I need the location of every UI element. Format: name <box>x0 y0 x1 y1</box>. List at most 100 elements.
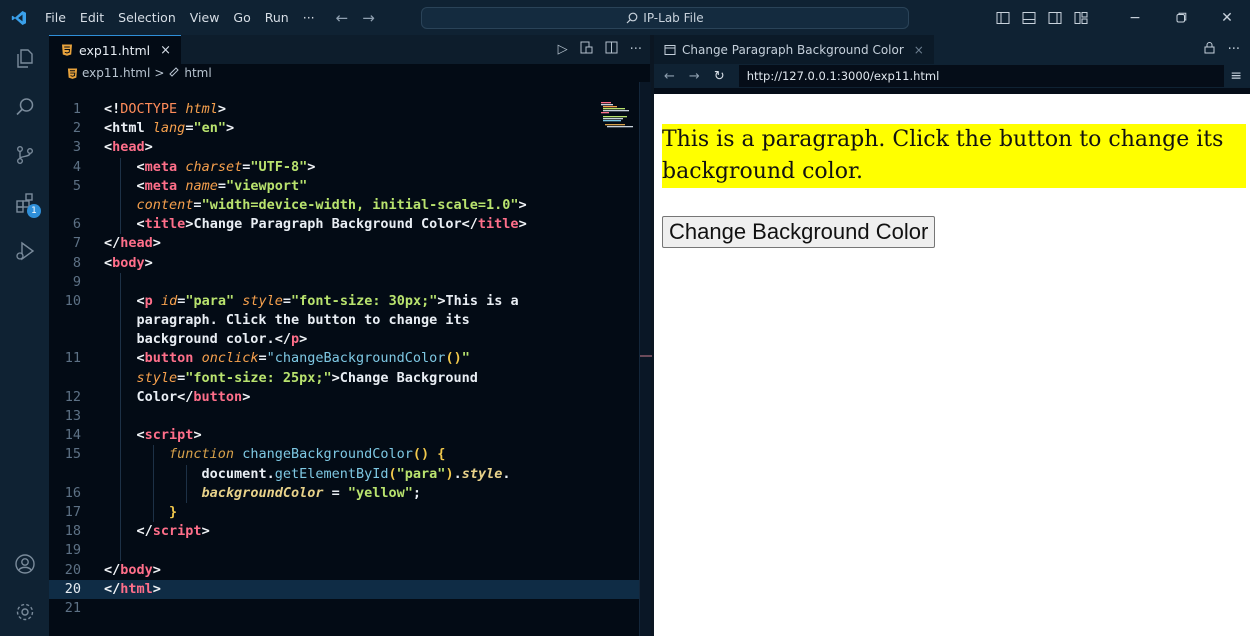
preview-tab-close-icon[interactable]: × <box>914 43 924 57</box>
breadcrumb-file[interactable]: exp11.html <box>82 66 150 80</box>
title-bar: File Edit Selection View Go Run ··· ← → … <box>0 0 1250 35</box>
code-text: <body> <box>104 254 153 271</box>
code-line: 15 function changeBackgroundColor() { <box>49 445 649 465</box>
code-line: 5 <meta name="viewport" <box>49 176 649 196</box>
forward-arrow-icon[interactable]: → <box>362 9 375 27</box>
code-line: 16 backgroundColor = "yellow"; <box>49 483 649 503</box>
back-arrow-icon[interactable]: ← <box>336 9 349 27</box>
code-text: </body> <box>104 561 161 578</box>
minimize-icon[interactable]: − <box>1112 0 1158 35</box>
line-number <box>49 330 104 349</box>
code-text: </html> <box>104 580 161 597</box>
run-debug-icon[interactable] <box>0 227 49 275</box>
tab-close-icon[interactable]: × <box>160 43 171 58</box>
html-file-icon <box>67 67 78 79</box>
code-text: Color</button> <box>136 388 251 405</box>
explorer-icon[interactable] <box>0 35 49 83</box>
preview-forward-icon[interactable]: → <box>689 69 700 84</box>
code-line: 21 <box>49 599 649 618</box>
source-control-icon[interactable] <box>0 131 49 179</box>
command-center-search[interactable]: IP-Lab File <box>421 7 909 29</box>
split-editor-icon[interactable] <box>605 41 618 58</box>
code-line-current: 20 </html> <box>49 579 649 599</box>
settings-gear-icon[interactable] <box>0 588 49 636</box>
menu-view[interactable]: View <box>183 0 227 35</box>
code-line: 4 <meta charset="UTF-8"> <box>49 157 649 177</box>
menu-file[interactable]: File <box>38 0 73 35</box>
close-window-icon[interactable]: ✕ <box>1204 0 1250 35</box>
menu-go[interactable]: Go <box>226 0 257 35</box>
editor-group: exp11.html × ▷ ··· exp11.html > html 1 <!… <box>49 35 652 636</box>
line-number <box>49 369 104 388</box>
preview-more-icon[interactable]: ··· <box>1228 42 1240 57</box>
activity-bar: 1 <box>0 35 49 636</box>
minimap[interactable] <box>599 100 639 150</box>
url-field[interactable]: http://127.0.0.1:3000/exp11.html <box>738 65 1224 87</box>
code-text: document.getElementById("para").style. <box>201 465 511 482</box>
line-number: 14 <box>64 427 81 444</box>
reload-icon[interactable]: ↻ <box>714 69 725 84</box>
toggle-panel-icon[interactable] <box>1022 11 1036 25</box>
lock-icon[interactable] <box>1203 41 1216 58</box>
toggle-secondary-sidebar-icon[interactable] <box>1048 11 1062 25</box>
line-number: 11 <box>64 350 81 367</box>
line-number: 19 <box>64 542 81 559</box>
code-text: style="font-size: 25px;">Change Backgrou… <box>136 369 478 386</box>
code-text: backgroundColor = "yellow"; <box>201 484 422 501</box>
search-sidebar-icon[interactable] <box>0 83 49 131</box>
editor-scrollbar[interactable] <box>639 82 652 636</box>
line-number: 18 <box>64 523 81 540</box>
code-area[interactable]: 1 <!DOCTYPE html> 2 <html lang="en"> 3 <hea… <box>49 100 649 618</box>
code-text: <button onclick="changeBackgroundColor()… <box>136 350 470 367</box>
restore-icon[interactable] <box>1158 0 1204 35</box>
line-number: 20 <box>64 561 81 578</box>
code-line: 9 <box>49 272 649 292</box>
line-number: 8 <box>72 254 81 271</box>
preview-menu-icon[interactable]: ≡ <box>1230 64 1242 88</box>
extensions-icon[interactable]: 1 <box>0 179 49 227</box>
change-background-button[interactable]: Change Background Color <box>662 216 936 248</box>
menu-more[interactable]: ··· <box>296 0 322 35</box>
line-number <box>49 311 104 330</box>
toggle-primary-sidebar-icon[interactable] <box>996 11 1010 25</box>
line-number: 4 <box>72 158 81 175</box>
code-text: <p id="para" style="font-size: 30px;">Th… <box>136 292 519 309</box>
tab-preview[interactable]: Change Paragraph Background Color × <box>654 35 934 64</box>
menu-run[interactable]: Run <box>258 0 296 35</box>
run-file-icon[interactable]: ▷ <box>558 42 568 57</box>
open-preview-icon[interactable] <box>580 41 593 58</box>
line-number: 7 <box>72 235 81 252</box>
html-file-icon <box>62 44 72 56</box>
code-line: 13 <box>49 407 649 427</box>
code-line: 14 <script> <box>49 426 649 446</box>
menu-selection[interactable]: Selection <box>111 0 183 35</box>
menu-edit[interactable]: Edit <box>73 0 111 35</box>
preview-tab-title: Change Paragraph Background Color <box>682 42 904 57</box>
preview-back-icon[interactable]: ← <box>664 69 675 84</box>
code-line: 6 <title>Change Paragraph Background Col… <box>49 215 649 235</box>
code-text: content="width=device-width, initial-sca… <box>136 196 527 213</box>
code-line: content="width=device-width, initial-sca… <box>49 195 649 216</box>
code-line: document.getElementById("para").style. <box>49 464 649 484</box>
line-number: 6 <box>72 216 81 233</box>
customize-layout-icon[interactable] <box>1074 11 1088 25</box>
code-text: function changeBackgroundColor() { <box>169 446 446 463</box>
line-number: 1 <box>72 101 81 117</box>
code-text: paragraph. Click the button to change it… <box>136 312 470 329</box>
line-number: 21 <box>64 599 81 616</box>
breadcrumb-symbol[interactable]: html <box>184 66 211 80</box>
code-text: background color.</p> <box>136 331 308 348</box>
tab-exp11-html[interactable]: exp11.html × <box>49 35 182 64</box>
account-icon[interactable] <box>0 540 49 588</box>
symbol-icon <box>168 66 180 81</box>
more-actions-icon[interactable]: ··· <box>630 42 642 57</box>
line-number: 3 <box>72 139 81 156</box>
code-line: 2 <html lang="en"> <box>49 119 649 138</box>
extensions-badge: 1 <box>27 204 41 218</box>
browser-preview: Change Paragraph Background Color × ··· … <box>654 35 1250 636</box>
code-line: 10 <p id="para" style="font-size: 30px;"… <box>49 291 649 312</box>
line-number <box>49 465 104 484</box>
line-number: 5 <box>72 177 81 194</box>
breadcrumb-separator: > <box>154 66 165 80</box>
